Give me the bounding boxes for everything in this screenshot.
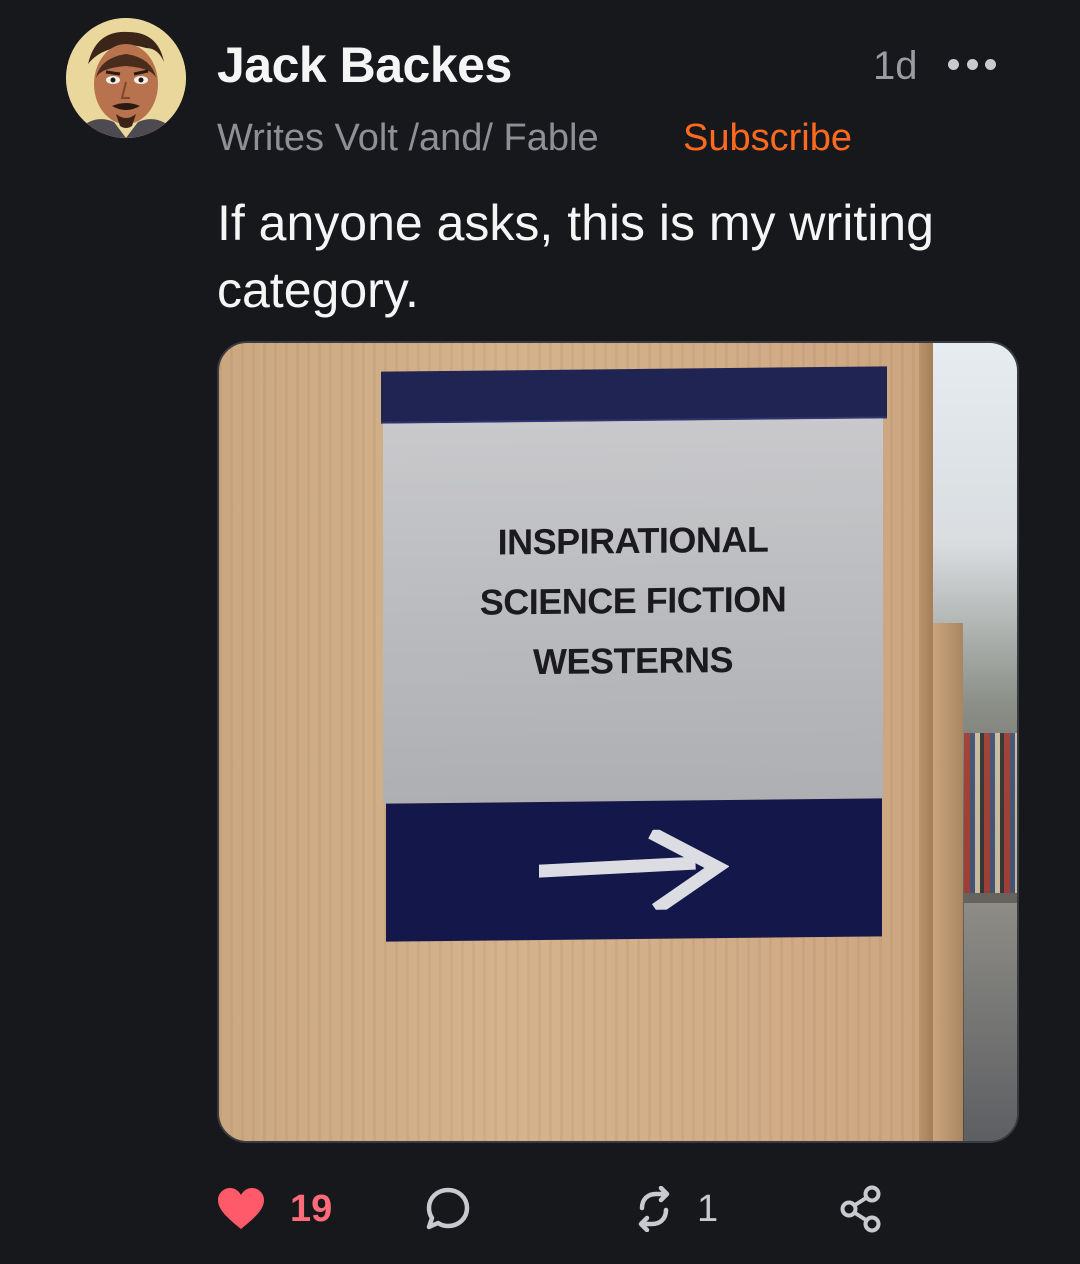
category-sign: INSPIRATIONAL SCIENCE FICTION WESTERNS <box>381 366 889 942</box>
like-count: 19 <box>290 1187 333 1230</box>
share-icon <box>840 1185 881 1233</box>
share-button[interactable] <box>838 1184 884 1234</box>
more-dot <box>985 58 996 70</box>
bookshelf-lower <box>964 903 1017 1141</box>
more-dot <box>948 58 959 70</box>
comment-button[interactable] <box>424 1184 472 1234</box>
sign-line: INSPIRATIONAL <box>497 518 769 563</box>
heart-icon <box>218 1188 264 1229</box>
like-button[interactable]: 19 <box>216 1184 332 1234</box>
user-avatar-icon[interactable] <box>66 18 186 138</box>
more-dot <box>966 58 978 70</box>
post-text: If anyone asks, this is my writing categ… <box>217 195 934 318</box>
post-image[interactable]: INSPIRATIONAL SCIENCE FICTION WESTERNS <box>217 341 1019 1143</box>
post-timestamp: 1d <box>873 44 918 88</box>
sign-line: WESTERNS <box>532 638 733 683</box>
author-tagline: Writes Volt /and/ Fable <box>217 117 599 159</box>
restack-button[interactable]: 1 <box>633 1184 718 1234</box>
shelf-panel-side <box>933 623 963 1141</box>
subscribe-button[interactable]: Subscribe <box>683 117 852 160</box>
sign-face: INSPIRATIONAL SCIENCE FICTION WESTERNS <box>383 418 883 804</box>
avatar-portrait <box>66 18 186 138</box>
author-name[interactable]: Jack Backes <box>217 36 512 94</box>
post-card: Jack Backes 1d Writes Volt /and/ Fable S… <box>0 0 1080 1264</box>
restack-icon <box>638 1186 670 1232</box>
shelf-panel-edge <box>919 343 933 1141</box>
sign-top-band <box>381 366 887 424</box>
sign-bottom-band <box>386 798 882 942</box>
comment-icon <box>426 1187 470 1230</box>
sign-line: SCIENCE FICTION <box>479 578 787 623</box>
arrow-right-icon <box>539 829 729 912</box>
more-horizontal-icon[interactable] <box>948 52 996 76</box>
post-actions: 19 1 <box>0 1170 1080 1250</box>
bookshelf <box>964 733 1017 893</box>
restack-count: 1 <box>697 1187 719 1230</box>
